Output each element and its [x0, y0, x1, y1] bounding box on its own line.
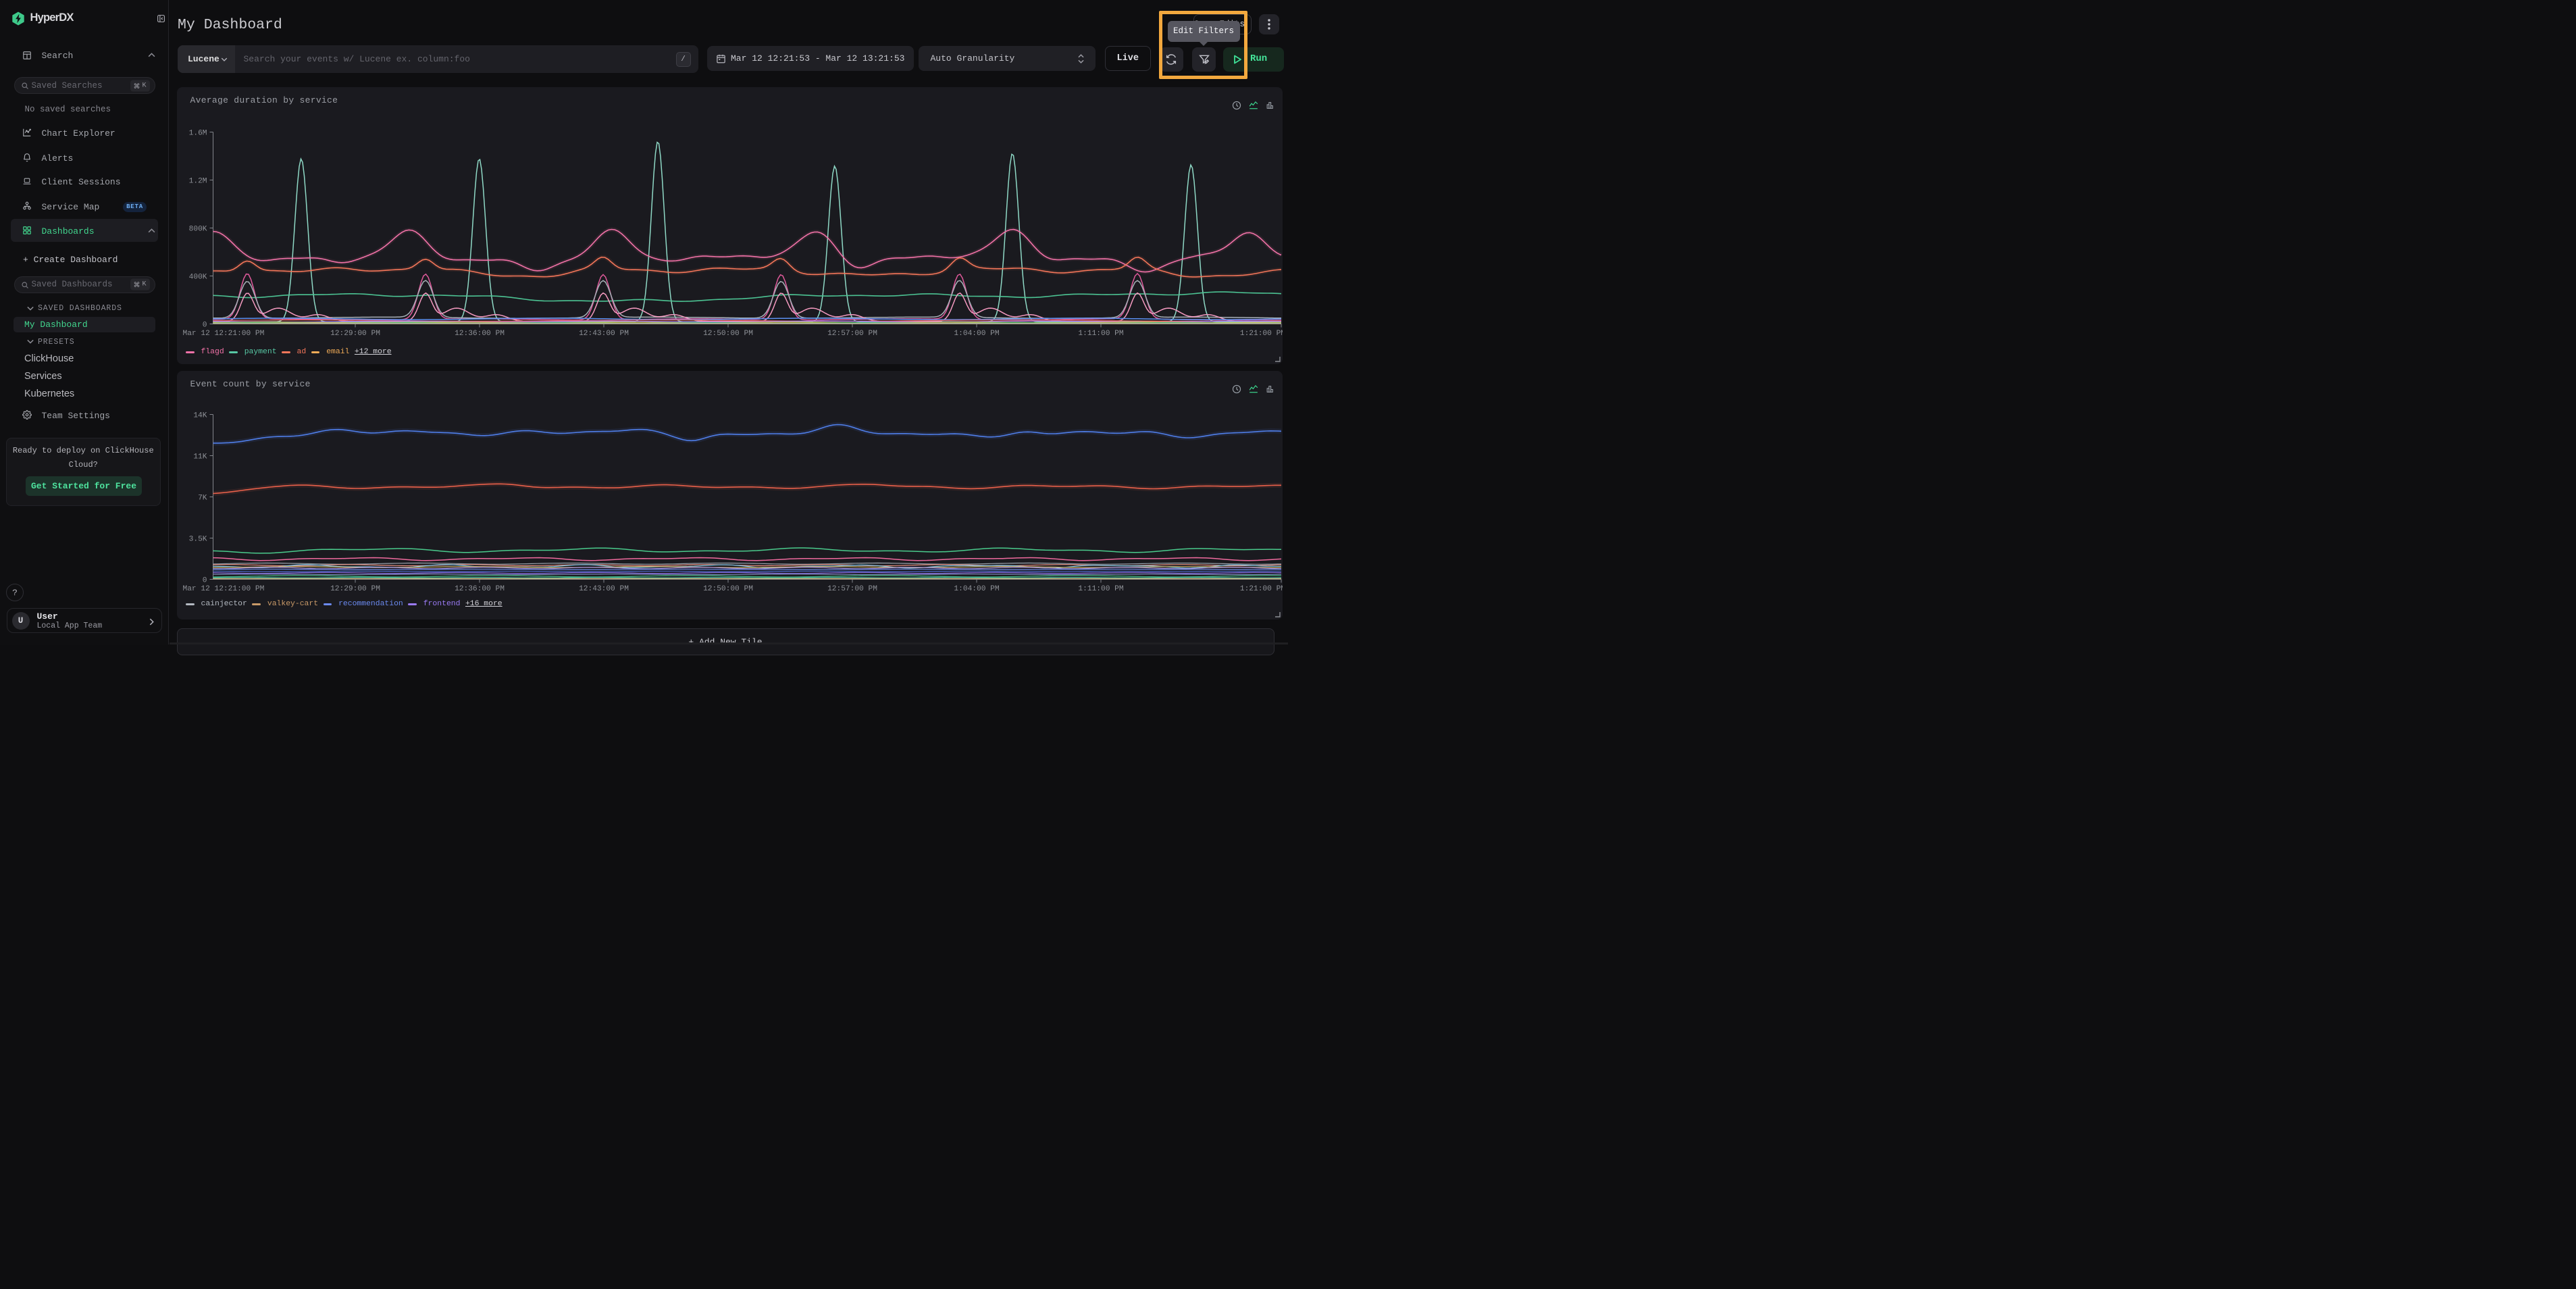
svg-text:12:43:00 PM: 12:43:00 PM: [579, 585, 629, 593]
svg-text:1:04:00 PM: 1:04:00 PM: [954, 585, 999, 593]
svg-text:1:11:00 PM: 1:11:00 PM: [1078, 585, 1123, 593]
svg-text:12:57:00 PM: 12:57:00 PM: [827, 585, 877, 593]
svg-text:1.2M: 1.2M: [188, 177, 207, 185]
svg-text:11K: 11K: [193, 453, 207, 461]
svg-text:12:50:00 PM: 12:50:00 PM: [703, 585, 753, 593]
svg-text:14K: 14K: [193, 411, 207, 420]
svg-text:800K: 800K: [188, 225, 207, 233]
svg-text:1:11:00 PM: 1:11:00 PM: [1078, 330, 1123, 338]
svg-text:Mar 12 12:21:00 PM: Mar 12 12:21:00 PM: [182, 330, 264, 338]
svg-text:1:21:00 PM: 1:21:00 PM: [1239, 585, 1282, 593]
svg-text:12:36:00 PM: 12:36:00 PM: [455, 330, 505, 338]
svg-text:0: 0: [202, 576, 207, 584]
svg-text:12:50:00 PM: 12:50:00 PM: [703, 330, 753, 338]
svg-text:12:57:00 PM: 12:57:00 PM: [827, 330, 877, 338]
svg-text:12:36:00 PM: 12:36:00 PM: [455, 585, 505, 593]
svg-text:Mar 12 12:21:00 PM: Mar 12 12:21:00 PM: [182, 585, 264, 593]
svg-text:400K: 400K: [188, 273, 207, 281]
svg-text:7K: 7K: [198, 494, 207, 502]
svg-text:12:29:00 PM: 12:29:00 PM: [330, 585, 380, 593]
svg-text:3.5K: 3.5K: [188, 535, 207, 543]
svg-text:1:04:00 PM: 1:04:00 PM: [954, 330, 999, 338]
svg-text:12:29:00 PM: 12:29:00 PM: [330, 330, 380, 338]
svg-text:12:43:00 PM: 12:43:00 PM: [579, 330, 629, 338]
svg-text:1.6M: 1.6M: [188, 129, 207, 137]
svg-text:0: 0: [202, 321, 207, 329]
svg-text:1:21:00 PM: 1:21:00 PM: [1239, 330, 1282, 338]
